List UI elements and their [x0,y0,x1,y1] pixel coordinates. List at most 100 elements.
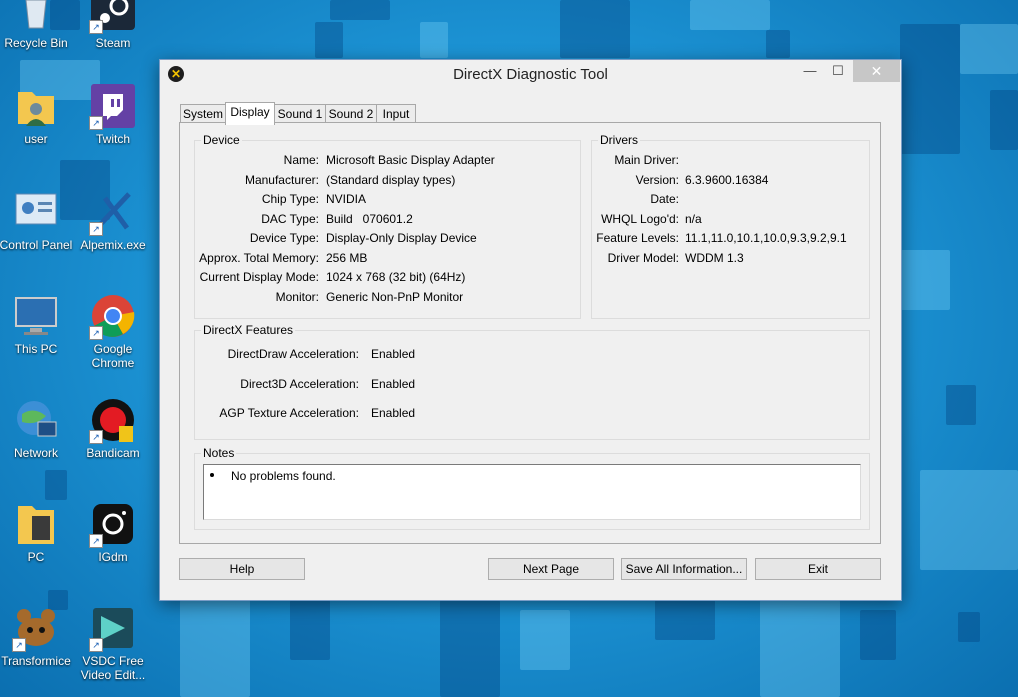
bullet-icon [210,472,214,477]
notes-item: No problems found. [210,469,336,483]
desktop-icon-label: Bandicam [86,446,140,460]
desktop-icon-label: VSDC Free Video Edit... [80,654,146,682]
desktop-icon-label: user [24,132,48,146]
maximize-button[interactable]: ☐ [824,60,852,82]
tab-display[interactable]: Display [225,102,275,125]
steam-icon: ↗ [89,0,137,34]
transformice-icon: ↗ [12,604,60,652]
display-mode-value: 1024 x 768 (32 bit) (64Hz) [326,270,466,284]
desktop-icon-alpemix[interactable]: ↗ Alpemix.exe [74,188,152,252]
version-label: Version: [635,173,679,187]
monitor-label: Monitor: [275,290,319,304]
desktop-icon-vsdc[interactable]: ↗ VSDC Free Video Edit... [74,604,152,682]
notes-title: Notes [201,446,237,460]
desktop-icon-label: Transformice [1,654,71,668]
alpemix-icon: ↗ [89,188,137,236]
desktop-icon-label: Twitch [95,132,130,146]
chip-type-label: Chip Type: [261,192,319,206]
directx-features-group: DirectX Features DirectDraw Acceleration… [194,323,870,440]
total-memory-value: 256 MB [326,251,368,265]
date-label: Date: [650,192,679,206]
driver-model-label: Driver Model: [607,251,679,265]
directx-features-title: DirectX Features [201,323,296,337]
desktop-icon-label: Network [13,446,58,460]
display-tab-panel: Device Name: Microsoft Basic Display Adap… [179,122,881,544]
tab-sound-2[interactable]: Sound 2 [325,104,377,124]
direct3d-value: Enabled [371,377,416,391]
device-group: Device Name: Microsoft Basic Display Adap… [194,133,581,319]
feature-levels-value: 11.1,11.0,10.1,10.0,9.3,9.2,9.1 [685,231,847,245]
driver-model-value: WDDM 1.3 [685,251,744,265]
vsdc-icon: ↗ [89,604,137,652]
desktop-icon-twitch[interactable]: ↗ Twitch [74,82,152,146]
desktop-icon-label: Control Panel [0,238,73,252]
desktop-icon-label: IGdm [98,550,128,564]
bandicam-icon: ↗ [89,396,137,444]
desktop-icon-bandicam[interactable]: ↗ Bandicam [74,396,152,460]
agp-texture-label: AGP Texture Acceleration: [219,406,359,420]
feature-levels-label: Feature Levels: [596,231,679,245]
device-type-label: Device Type: [249,231,319,245]
title-bar[interactable]: ✕ DirectX Diagnostic Tool — ☐ ✕ [160,60,901,90]
chrome-icon: ↗ [89,292,137,340]
network-icon [12,396,60,444]
chip-type-value: NVIDIA [326,192,367,206]
recycle-bin-icon [12,0,60,34]
agp-texture-value: Enabled [371,406,416,420]
total-memory-label: Approx. Total Memory: [199,251,319,265]
exit-button[interactable]: Exit [755,558,881,580]
notes-item-text: No problems found. [231,469,336,483]
desktop-icon-label: Steam [95,36,131,50]
desktop-icon-google-chrome[interactable]: ↗ Google Chrome [74,292,152,370]
version-value: 6.3.9600.16384 [685,173,769,187]
tab-input[interactable]: Input [376,104,416,124]
twitch-icon: ↗ [89,82,137,130]
desktop-icon-label: Alpemix.exe [80,238,146,252]
control-panel-icon [12,188,60,236]
drivers-group: Drivers Main Driver: Version: 6.3.9600.16… [591,133,870,319]
tab-sound-1[interactable]: Sound 1 [274,104,326,124]
desktop-icon-label: This PC [14,342,58,356]
directdraw-label: DirectDraw Acceleration: [227,347,359,361]
notes-box[interactable]: No problems found. [203,464,861,520]
dac-type-value: Build 070601.2 [326,212,413,226]
dac-type-label: DAC Type: [261,212,319,226]
desktop-icon-igdm[interactable]: ↗ IGdm [74,500,152,564]
desktop-icon-label: Recycle Bin [4,36,68,50]
device-name-label: Name: [283,153,319,167]
save-all-information-button[interactable]: Save All Information... [621,558,747,580]
igdm-icon: ↗ [89,500,137,548]
display-mode-label: Current Display Mode: [199,270,319,284]
whql-value: n/a [685,212,702,226]
drivers-group-title: Drivers [598,133,640,147]
monitor-value: Generic Non-PnP Monitor [326,290,464,304]
device-name-value: Microsoft Basic Display Adapter [326,153,495,167]
desktop-icon-transformice[interactable]: ↗ Transformice [0,604,75,668]
desktop-icon-control-panel[interactable]: Control Panel [0,188,75,252]
folder-icon [12,500,60,548]
whql-label: WHQL Logo'd: [601,212,679,226]
desktop-icon-steam[interactable]: ↗ Steam [74,0,152,50]
desktop-icon-label: PC [27,550,45,564]
tab-system[interactable]: System [180,104,226,124]
close-button[interactable]: ✕ [853,60,900,82]
main-driver-label: Main Driver: [614,153,679,167]
desktop-icon-label: Google Chrome [91,342,135,370]
user-folder-icon [12,82,60,130]
window-title: DirectX Diagnostic Tool [453,66,608,83]
directdraw-value: Enabled [371,347,416,361]
help-button[interactable]: Help [179,558,305,580]
desktop-icon-user[interactable]: user [0,82,75,146]
next-page-button[interactable]: Next Page [488,558,614,580]
minimize-button[interactable]: — [796,60,824,82]
desktop-icon-network[interactable]: Network [0,396,75,460]
manufacturer-value: (Standard display types) [326,173,456,187]
desktop-icon-pc[interactable]: PC [0,500,75,564]
direct3d-label: Direct3D Acceleration: [240,377,359,391]
this-pc-icon [12,292,60,340]
device-type-value: Display-Only Display Device [326,231,477,245]
notes-group: Notes No problems found. [194,446,870,530]
desktop-icon-this-pc[interactable]: This PC [0,292,75,356]
device-group-title: Device [201,133,242,147]
desktop-icon-recycle-bin[interactable]: Recycle Bin [0,0,75,50]
